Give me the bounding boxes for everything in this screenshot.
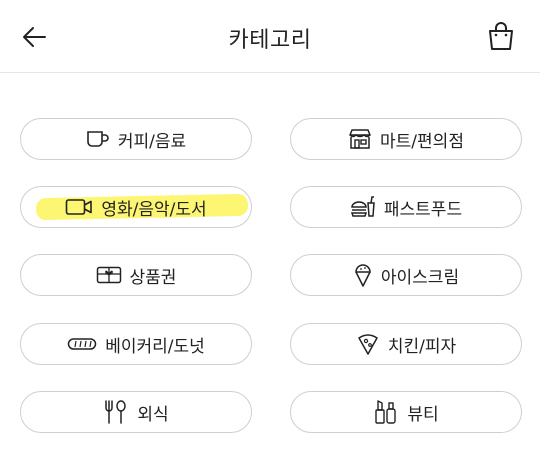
video-camera-icon <box>65 194 93 220</box>
category-label: 영화/음악/도서 <box>101 199 207 220</box>
category-label: 커피/음료 <box>117 131 187 152</box>
category-bakery-donut[interactable]: 베이커리/도넛 <box>20 323 252 365</box>
category-label: 베이커리/도넛 <box>105 336 205 357</box>
category-label: 마트/편의점 <box>380 131 464 152</box>
category-label: 상품권 <box>129 267 177 288</box>
gift-card-icon <box>96 262 122 288</box>
fork-spoon-icon <box>103 399 129 425</box>
category-chicken-pizza[interactable]: 치킨/피자 <box>290 323 522 365</box>
category-label: 치킨/피자 <box>387 336 457 357</box>
category-beauty[interactable]: 뷰티 <box>290 391 522 433</box>
category-mart-convenience[interactable]: 마트/편의점 <box>290 118 522 160</box>
coffee-cup-icon <box>86 126 110 152</box>
ice-cream-icon <box>353 262 373 288</box>
category-label: 아이스크림 <box>380 267 460 288</box>
category-ice-cream[interactable]: 아이스크림 <box>290 254 522 296</box>
pizza-slice-icon <box>356 331 380 357</box>
bread-icon <box>67 331 97 357</box>
category-grid: 커피/음료 마트/편의점 영화/음악/도서 패스트푸드 상품권 아이스크림 베이… <box>0 0 540 449</box>
lipstick-icon <box>373 399 399 425</box>
category-gift-card[interactable]: 상품권 <box>20 254 252 296</box>
store-icon <box>348 126 372 152</box>
category-label: 외식 <box>137 404 169 425</box>
category-label: 뷰티 <box>407 404 439 425</box>
category-dining-out[interactable]: 외식 <box>20 391 252 433</box>
burger-drink-icon <box>350 194 376 220</box>
category-fast-food[interactable]: 패스트푸드 <box>290 186 522 228</box>
category-label: 패스트푸드 <box>383 199 463 220</box>
category-coffee-beverage[interactable]: 커피/음료 <box>20 118 252 160</box>
